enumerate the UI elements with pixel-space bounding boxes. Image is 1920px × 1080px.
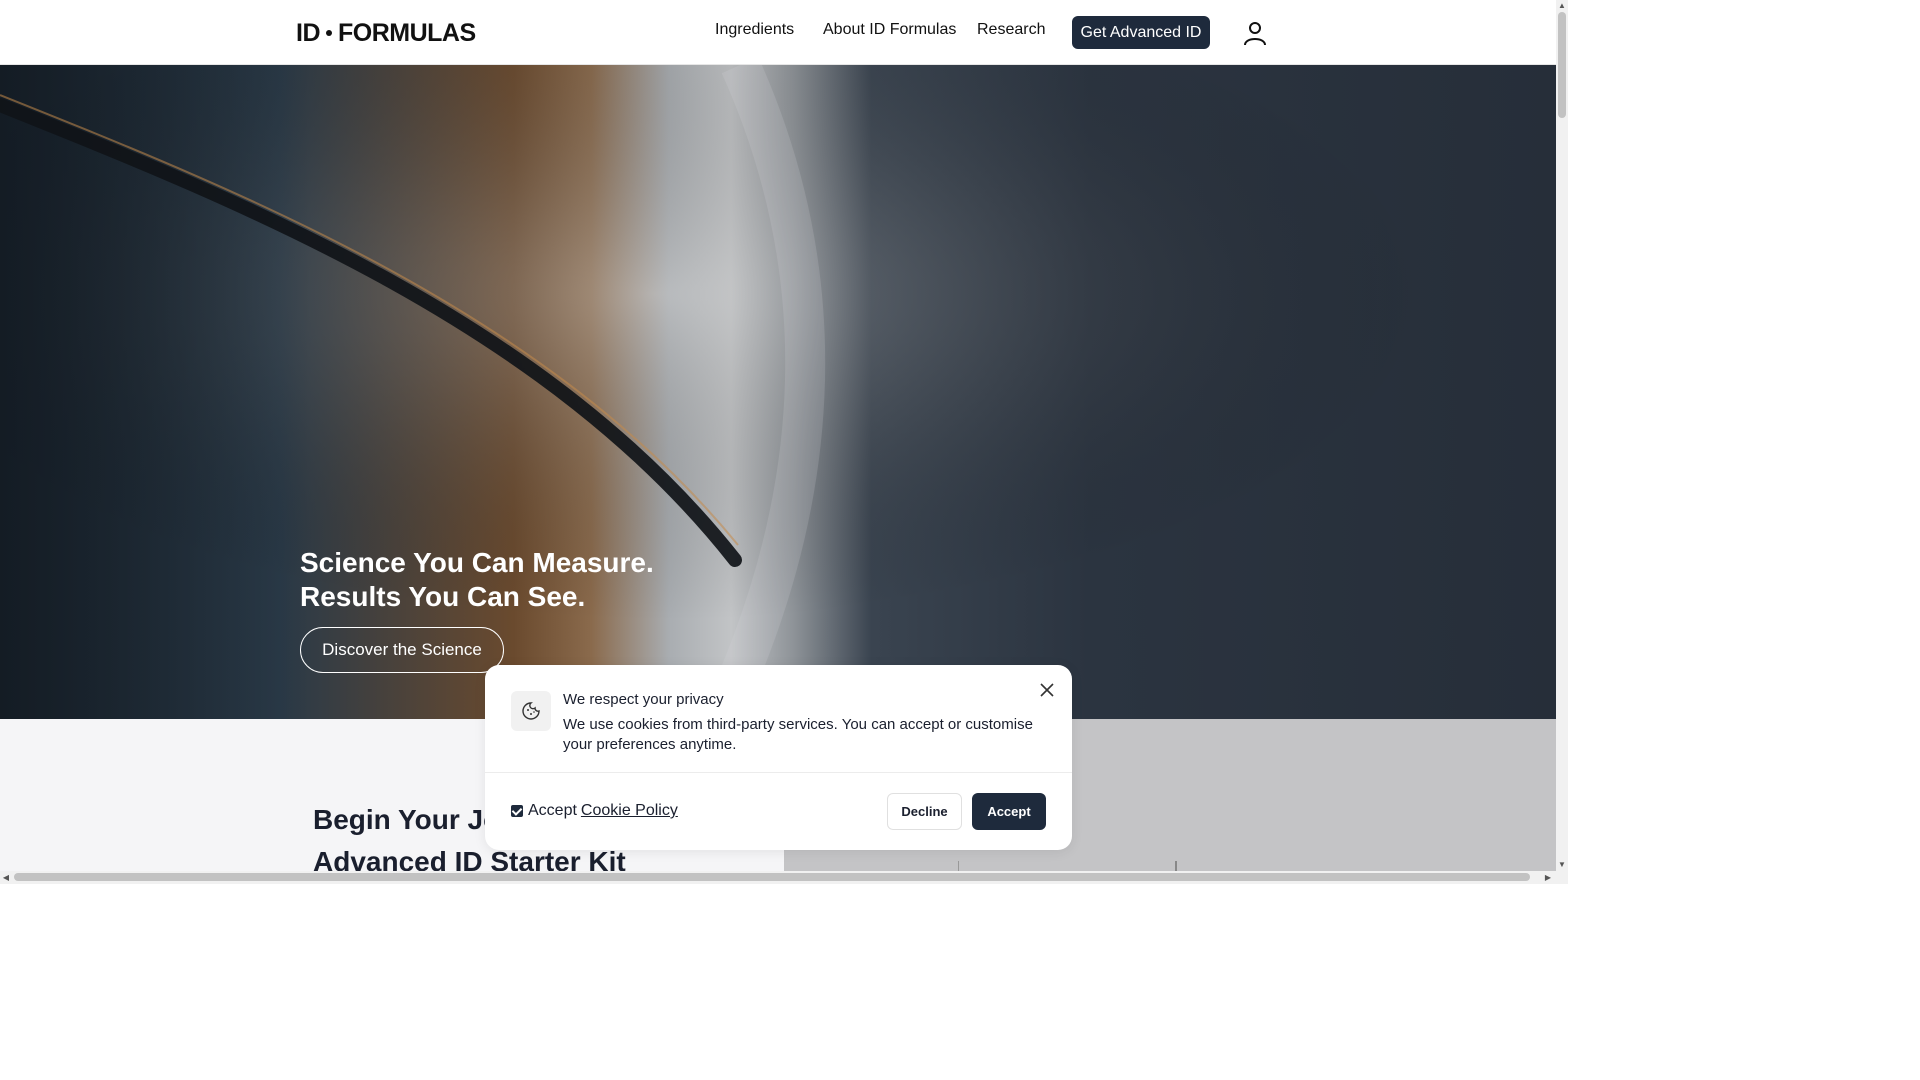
horizontal-scroll-thumb[interactable] bbox=[14, 873, 1530, 881]
logo-text-left: ID bbox=[296, 18, 321, 47]
discover-science-button[interactable]: Discover the Science bbox=[300, 627, 504, 673]
horizontal-scrollbar[interactable]: ◀ ▶ bbox=[0, 871, 1556, 884]
vertical-scrollbar[interactable]: ▲ ▼ bbox=[1556, 0, 1568, 871]
hero-headline-line1: Science You Can Measure. bbox=[300, 547, 654, 578]
cookie-icon bbox=[511, 691, 551, 731]
decline-button[interactable]: Decline bbox=[887, 793, 962, 830]
logo[interactable]: ID FORMULAS bbox=[296, 19, 476, 47]
hero-headline-line2: Results You Can See. bbox=[300, 581, 586, 612]
cookie-body: We use cookies from third-party services… bbox=[563, 716, 1033, 753]
cookie-title: We respect your privacy bbox=[563, 691, 724, 708]
site-header: ID FORMULAS Ingredients About ID Formula… bbox=[0, 0, 1556, 65]
hero-section: Science You Can Measure. Results You Can… bbox=[0, 65, 1556, 719]
cookie-policy-link[interactable]: Cookie Policy bbox=[581, 802, 678, 820]
nav-item-about[interactable]: About ID Formulas bbox=[823, 21, 956, 39]
cookie-consent-dialog: We respect your privacy We use cookies f… bbox=[485, 665, 1072, 850]
nav-item-ingredients[interactable]: Ingredients bbox=[715, 21, 794, 39]
accept-policy-checkbox[interactable] bbox=[511, 805, 523, 817]
cookie-policy-row: Accept Cookie Policy bbox=[511, 802, 678, 820]
scroll-right-icon[interactable]: ▶ bbox=[1542, 871, 1554, 884]
product-image-edge bbox=[1175, 861, 1177, 871]
cookie-message-area: We respect your privacy We use cookies f… bbox=[485, 665, 1072, 773]
logo-text-right: FORMULAS bbox=[338, 18, 476, 47]
product-image-edge bbox=[958, 861, 959, 871]
hero-image bbox=[0, 65, 1556, 719]
vertical-scroll-thumb[interactable] bbox=[1558, 12, 1566, 118]
section-heading-line1: Begin Your Jo bbox=[313, 804, 501, 835]
hero-headline: Science You Can Measure. Results You Can… bbox=[300, 546, 654, 614]
logo-dot bbox=[326, 30, 332, 36]
close-icon[interactable] bbox=[1037, 680, 1057, 700]
accept-text: Accept bbox=[528, 802, 577, 819]
accept-button[interactable]: Accept bbox=[972, 793, 1046, 830]
scrollbar-corner bbox=[1556, 871, 1568, 884]
scroll-down-icon[interactable]: ▼ bbox=[1556, 859, 1568, 871]
scroll-up-icon[interactable]: ▲ bbox=[1556, 0, 1568, 12]
scroll-left-icon[interactable]: ◀ bbox=[0, 871, 12, 884]
user-icon[interactable] bbox=[1240, 18, 1270, 48]
get-advanced-id-button[interactable]: Get Advanced ID bbox=[1072, 16, 1210, 49]
nav-item-research[interactable]: Research bbox=[977, 21, 1045, 39]
